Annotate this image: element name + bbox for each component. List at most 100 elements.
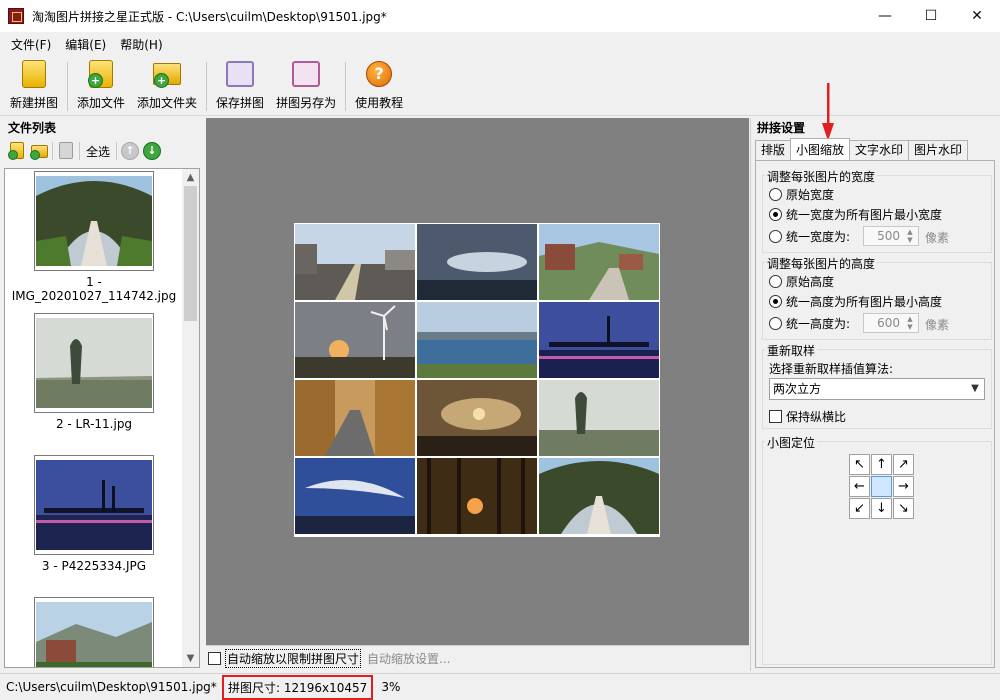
- remove-file-icon[interactable]: [57, 142, 75, 160]
- height-original-option[interactable]: 原始高度: [769, 273, 834, 290]
- stepper-arrows-icon[interactable]: ▲ ▼: [903, 228, 917, 244]
- width-original-option[interactable]: 原始宽度: [769, 186, 834, 203]
- toolbar-separator: [79, 142, 80, 160]
- align-bottom-left-icon[interactable]: ↙: [849, 498, 870, 519]
- new-document-icon: [19, 59, 49, 89]
- mosaic-tile: [417, 302, 537, 378]
- add-file-button[interactable]: + 添加文件: [71, 58, 131, 115]
- width-unify-to-option[interactable]: 统一宽度为:: [769, 228, 850, 245]
- list-item[interactable]: 3 - P4225334.JPG: [5, 455, 183, 573]
- select-all-button[interactable]: 全选: [84, 143, 112, 160]
- chevron-down-icon[interactable]: ▼: [966, 379, 984, 399]
- thumbnail-image: [36, 318, 152, 408]
- tab-layout[interactable]: 排版: [755, 140, 792, 160]
- scroll-down-icon[interactable]: ▼: [182, 650, 199, 667]
- title-bar: 淘淘图片拼接之星正式版 - C:\Users\cuilm\Desktop\915…: [0, 0, 1000, 32]
- save-as-icon: [291, 59, 321, 89]
- align-bottom-right-icon[interactable]: ↘: [893, 498, 914, 519]
- keep-ratio-checkbox[interactable]: [769, 410, 782, 423]
- radio[interactable]: [769, 188, 782, 201]
- menu-help[interactable]: 帮助(H): [113, 36, 169, 53]
- app-icon: [8, 8, 24, 24]
- tab-text-watermark[interactable]: 文字水印: [849, 140, 910, 160]
- save-mosaic-button[interactable]: 保存拼图: [210, 58, 270, 115]
- align-right-icon[interactable]: →: [893, 476, 914, 497]
- file-list-panel: 文件列表 全选 ↑ ↓ 1 - IMG_20201027_114742.jpg …: [2, 118, 202, 671]
- align-top-left-icon[interactable]: ↖: [849, 454, 870, 475]
- height-unify-min-label: 统一高度为所有图片最小高度: [786, 295, 943, 309]
- preview-canvas[interactable]: [206, 118, 749, 645]
- scrollbar-thumb[interactable]: [184, 186, 197, 321]
- add-file-small-icon[interactable]: [8, 142, 26, 160]
- auto-scale-settings-link[interactable]: 自动缩放设置...: [367, 650, 450, 667]
- thumbnail-image: [36, 176, 152, 266]
- annotation-arrow-icon: [822, 83, 834, 141]
- tab-content: 调整每张图片的宽度 原始宽度 统一宽度为所有图片最小宽度 统一宽度为: 500 …: [755, 160, 995, 668]
- list-item[interactable]: [5, 597, 183, 667]
- status-mosaic-size: 拼图尺寸: 12196x10457: [222, 674, 374, 700]
- tab-thumbnail-scale[interactable]: 小图缩放: [790, 138, 851, 160]
- height-unify-min-option[interactable]: 统一高度为所有图片最小高度: [769, 293, 942, 310]
- width-unify-min-label: 统一宽度为所有图片最小宽度: [786, 208, 943, 222]
- radio-selected[interactable]: [769, 295, 782, 308]
- position-grid: ↖ ↑ ↗ ← → ↙ ↓ ↘: [849, 454, 915, 520]
- maximize-button[interactable]: ☐: [908, 0, 954, 32]
- tutorial-button[interactable]: ? 使用教程: [349, 58, 409, 115]
- keep-ratio-option[interactable]: 保持纵横比: [769, 408, 846, 425]
- add-folder-button[interactable]: + 添加文件夹: [131, 58, 203, 115]
- align-top-right-icon[interactable]: ↗: [893, 454, 914, 475]
- thumbnail-image: [36, 460, 152, 550]
- file-list-title: 文件列表: [8, 121, 57, 135]
- align-bottom-icon[interactable]: ↓: [871, 498, 892, 519]
- height-unify-to-option[interactable]: 统一高度为:: [769, 315, 850, 332]
- radio[interactable]: [769, 230, 782, 243]
- radio[interactable]: [769, 275, 782, 288]
- align-center-icon[interactable]: [871, 476, 892, 497]
- file-list[interactable]: 1 - IMG_20201027_114742.jpg 2 - LR-11.jp…: [4, 168, 200, 668]
- settings-panel: 拼接设置 排版 小图缩放 文字水印 图片水印 调整每张图片的宽度 原始宽度 统一…: [750, 118, 1000, 671]
- align-left-icon[interactable]: ←: [849, 476, 870, 497]
- new-mosaic-button[interactable]: 新建拼图: [4, 58, 64, 115]
- file-list-scrollbar[interactable]: ▲ ▼: [182, 169, 199, 667]
- mosaic-tile: [295, 458, 415, 534]
- width-group-title: 调整每张图片的宽度: [765, 168, 878, 185]
- scroll-up-icon[interactable]: ▲: [182, 169, 199, 186]
- minimize-button[interactable]: —: [862, 0, 908, 32]
- align-top-icon[interactable]: ↑: [871, 454, 892, 475]
- list-item[interactable]: 2 - LR-11.jpg: [5, 313, 183, 431]
- stepper-arrows-icon[interactable]: ▲ ▼: [903, 315, 917, 331]
- auto-scale-label[interactable]: 自动缩放以限制拼图尺寸: [225, 649, 362, 668]
- menu-edit[interactable]: 编辑(E): [58, 36, 113, 53]
- auto-scale-checkbox[interactable]: [208, 652, 221, 665]
- file-label: 1 - IMG_20201027_114742.jpg: [11, 275, 177, 303]
- height-value: 600: [877, 316, 900, 330]
- radio-selected[interactable]: [769, 208, 782, 221]
- settings-tabs: 排版 小图缩放 文字水印 图片水印: [755, 138, 969, 160]
- save-as-button[interactable]: 拼图另存为: [270, 58, 342, 115]
- width-group: 调整每张图片的宽度 原始宽度 统一宽度为所有图片最小宽度 统一宽度为: 500 …: [762, 168, 992, 253]
- thumbnail: [34, 597, 154, 667]
- mosaic-tile: [295, 380, 415, 456]
- radio[interactable]: [769, 317, 782, 330]
- tab-image-watermark[interactable]: 图片水印: [908, 140, 969, 160]
- add-folder-label: 添加文件夹: [137, 96, 198, 110]
- menu-file[interactable]: 文件(F): [4, 36, 58, 53]
- width-value-stepper[interactable]: 500 ▲ ▼: [863, 226, 919, 246]
- resample-algo-select[interactable]: 两次立方 ▼: [769, 378, 985, 400]
- width-original-label: 原始宽度: [786, 188, 835, 202]
- close-button[interactable]: ✕: [954, 0, 1000, 32]
- file-list-toolbar: 全选 ↑ ↓: [2, 138, 202, 164]
- thumbnail-image: [36, 602, 152, 667]
- mosaic-tile: [417, 458, 537, 534]
- move-up-icon[interactable]: ↑: [121, 142, 140, 160]
- resample-group: 重新取样 选择重新取样插值算法: 两次立方 ▼ 保持纵横比: [762, 342, 992, 429]
- resample-algo-value: 两次立方: [773, 382, 822, 396]
- add-folder-small-icon[interactable]: [30, 142, 48, 160]
- width-unify-min-option[interactable]: 统一宽度为所有图片最小宽度: [769, 206, 942, 223]
- window-controls: — ☐ ✕: [862, 0, 1000, 32]
- height-value-stepper[interactable]: 600 ▲ ▼: [863, 313, 919, 333]
- toolbar-separator: [345, 62, 347, 111]
- settings-title: 拼接设置: [757, 121, 806, 135]
- move-down-icon[interactable]: ↓: [143, 142, 162, 160]
- list-item[interactable]: 1 - IMG_20201027_114742.jpg: [5, 171, 183, 303]
